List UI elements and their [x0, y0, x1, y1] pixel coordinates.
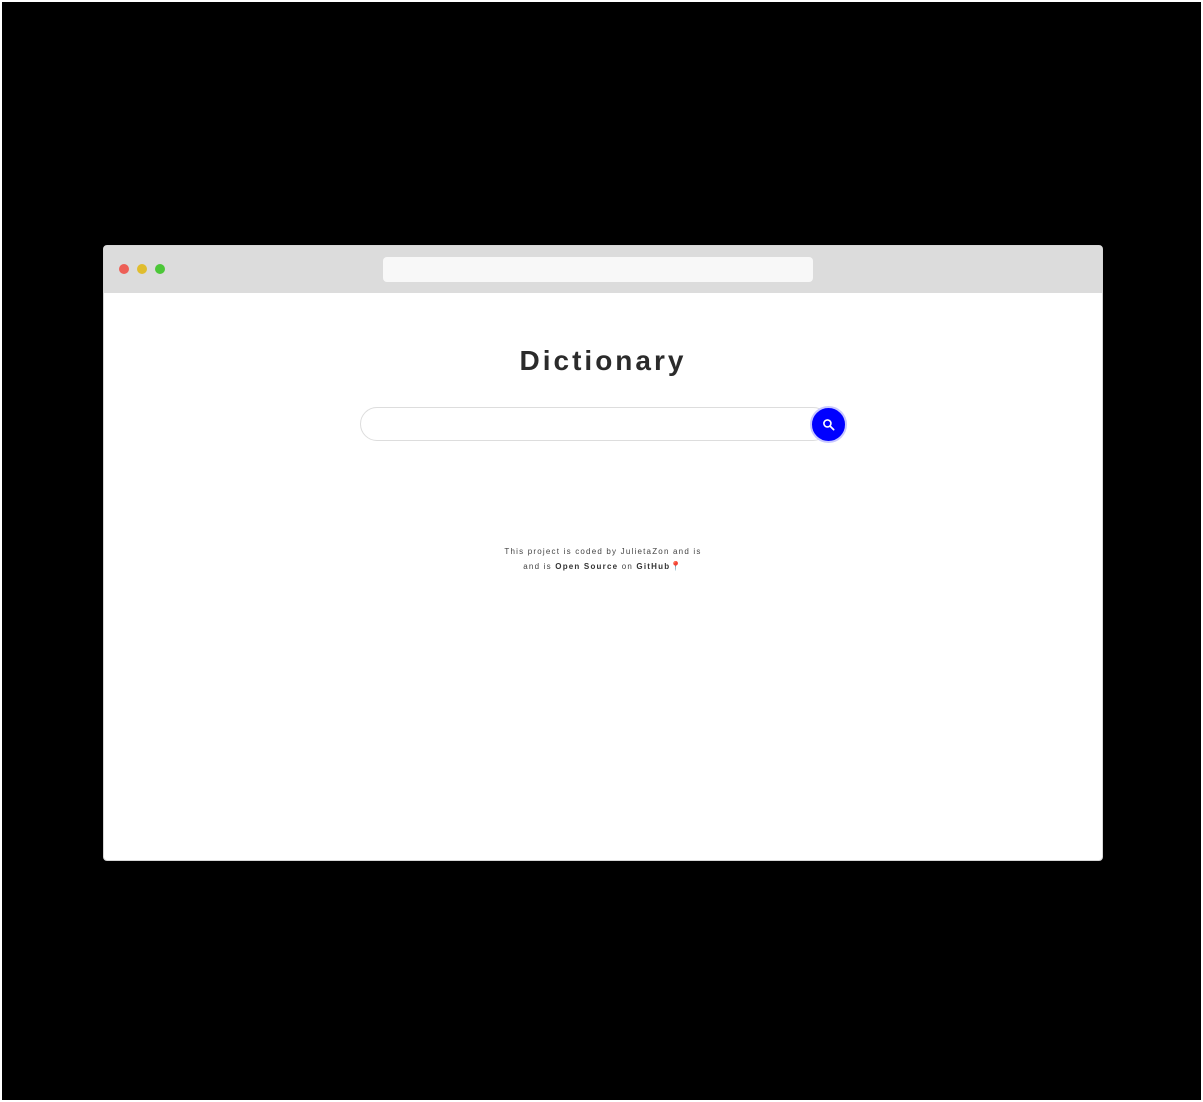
- footer-line-2-prefix: and is: [523, 562, 556, 571]
- address-bar[interactable]: [383, 257, 813, 282]
- github-link[interactable]: GitHub: [636, 562, 670, 571]
- search-input[interactable]: [360, 407, 830, 441]
- minimize-dot[interactable]: [137, 264, 147, 274]
- footer-line-2: and is Open Source on GitHub📍: [104, 559, 1102, 574]
- search-icon: [823, 419, 835, 431]
- pin-icon: 📍: [670, 561, 683, 571]
- page-content: Dictionary This project is coded by Juli…: [104, 293, 1102, 860]
- browser-window: Dictionary This project is coded by Juli…: [103, 245, 1103, 861]
- search-button[interactable]: [810, 406, 847, 443]
- browser-toolbar: [104, 246, 1102, 293]
- page-title: Dictionary: [519, 345, 687, 376]
- footer-line-2-middle: on: [618, 562, 637, 571]
- close-dot[interactable]: [119, 264, 129, 274]
- footer-credits: This project is coded by JulietaZon and …: [104, 545, 1102, 574]
- open-source-link[interactable]: Open Source: [555, 562, 618, 571]
- maximize-dot[interactable]: [155, 264, 165, 274]
- screenshot-frame: Dictionary This project is coded by Juli…: [2, 2, 1201, 1100]
- footer-line-1: This project is coded by JulietaZon and …: [504, 547, 702, 556]
- search-form: [360, 406, 847, 443]
